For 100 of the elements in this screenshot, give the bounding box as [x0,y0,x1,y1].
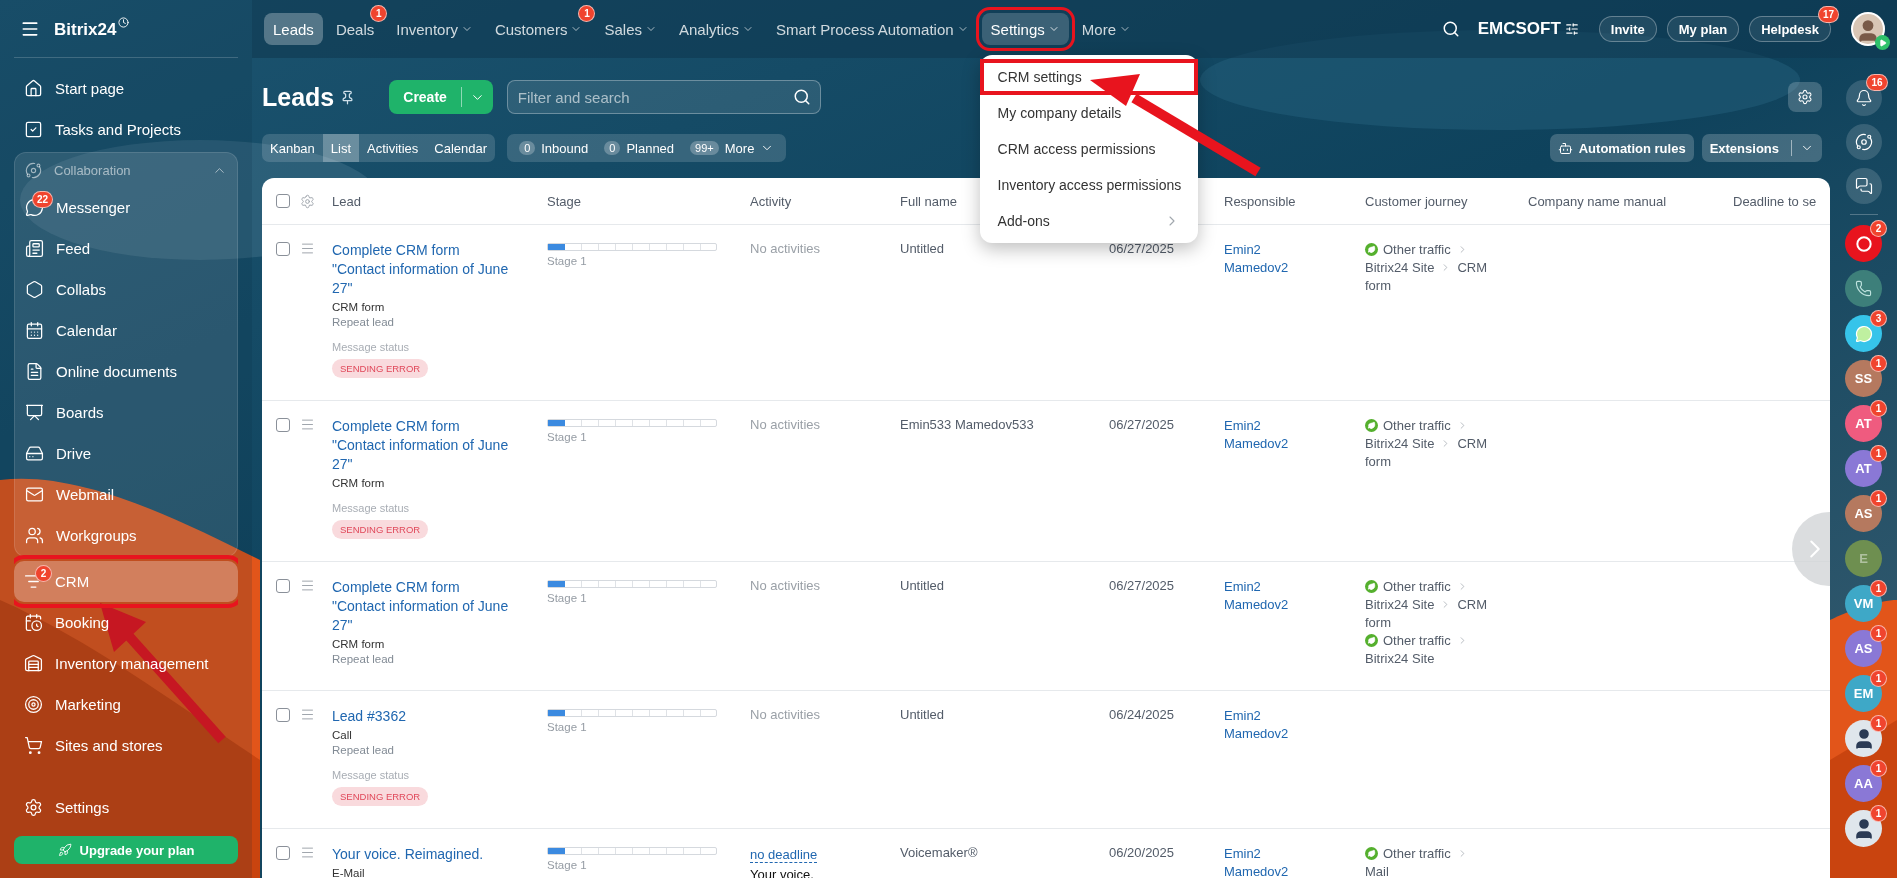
stage-text: Stage 1 [547,431,587,443]
lead-link[interactable]: Complete CRM form "Contact information of June 27" [332,417,514,474]
settings-button[interactable] [1788,82,1822,112]
responsible-link[interactable]: Emin2 Mamedov2 [1224,417,1304,453]
sidebar-item[interactable]: Booking [14,602,238,643]
sidebar-item[interactable]: Boards [15,392,237,433]
view-tab[interactable]: Activities [359,134,427,162]
full-name: Untitled [900,707,945,722]
row-checkbox[interactable] [276,845,290,860]
sidebar-item[interactable]: Workgroups [15,515,237,556]
lead-link[interactable]: Your voice. Reimagined. [332,845,514,864]
deadline-link[interactable]: no deadline [750,847,818,863]
row-checkbox[interactable] [276,417,290,432]
home-icon [24,79,43,98]
pin-icon[interactable] [340,89,356,105]
board-icon [25,403,44,422]
leaf-icon [1365,419,1378,432]
sidebar-item[interactable]: Collabs [15,269,237,310]
activity-text: No activities [750,578,821,593]
notifications-button[interactable] [1845,80,1882,116]
chat-button[interactable] [1845,168,1882,204]
sidebar-item[interactable]: Sites and stores [14,725,238,766]
sidebar-item[interactable]: Feed [15,228,237,269]
sidebar-item[interactable]: Inventory management [14,643,238,684]
column-header[interactable]: Activity [750,193,792,209]
column-header[interactable]: Stage [547,193,581,209]
lead-link[interactable]: Lead #3362 [332,707,514,726]
view-tab[interactable]: List [322,134,360,162]
calendar-icon [25,321,44,340]
full-name: Emin533 Mamedov533 [900,417,1034,432]
journey-path: Other traffic Mail [1365,845,1493,878]
counter-button[interactable]: 0 Planned [596,134,683,162]
responsible-link[interactable]: Emin2 Mamedov2 [1224,578,1304,614]
column-header[interactable]: Deadline to se [1733,193,1817,209]
column-header[interactable]: Company name manual [1528,193,1667,209]
nav-tab[interactable]: Inventory [387,13,482,45]
responsible-link[interactable]: Emin2 Mamedov2 [1224,241,1304,277]
row-checkbox[interactable] [276,578,290,593]
menu-item[interactable]: My company details [979,95,1198,131]
view-tab[interactable]: Calendar [426,134,496,162]
select-all-checkbox[interactable] [276,194,290,208]
responsible-link[interactable]: Emin2 Mamedov2 [1224,845,1304,878]
orbit-button[interactable] [1845,124,1882,160]
sidebar-label: Online documents [56,363,177,380]
menu-item[interactable]: CRM access permissions [979,131,1198,167]
nav-tab[interactable]: Smart Process Automation [767,13,978,45]
nav-tab[interactable]: Leads [264,13,323,45]
settings-item[interactable]: Settings [14,787,238,828]
lead-link[interactable]: Complete CRM form "Contact information of June 27" [332,578,514,635]
column-header[interactable]: Full name [900,193,958,209]
date-text: 06/27/2025 [1109,241,1175,256]
responsible-link[interactable]: Emin2 Mamedov2 [1224,707,1304,743]
search-icon[interactable] [792,88,811,106]
extensions-button[interactable]: Extensions [1701,134,1822,162]
sidebar-item[interactable]: Webmail [15,474,237,515]
ring-icon [1855,235,1872,252]
lead-note: Repeat lead [332,316,395,328]
sidebar-item[interactable]: 22 Messenger [15,187,237,228]
sidebar-item[interactable]: Marketing [14,684,238,725]
drag-handle-icon [300,707,315,722]
nav-tab[interactable]: Sales [595,13,666,45]
sidebar-item[interactable]: Drive [15,433,237,474]
row-checkbox[interactable] [276,241,290,256]
counter-button[interactable]: 0 Inbound [511,134,597,162]
company-name: EMCSOFT [1477,19,1561,39]
header-button[interactable]: My plan [1666,16,1740,42]
view-tab[interactable]: Kanban [262,134,323,162]
nav-tab[interactable]: More [1072,13,1140,45]
sidebar-item[interactable]: Tasks and Projects [14,109,238,150]
column-header[interactable]: Customer journey [1365,193,1468,209]
column-header[interactable]: Lead [332,193,361,209]
automation-button[interactable]: Automation rules [1549,134,1694,162]
nav-tab[interactable]: Analytics [670,13,764,45]
sidebar-item[interactable]: Start page [14,68,238,109]
sidebar-label: Calendar [56,322,117,339]
sidebar-label: Settings [55,799,110,816]
activity-text: No activities [750,417,821,432]
sliders-icon[interactable] [1564,22,1579,36]
bell-icon [1854,89,1873,107]
checkbox-icon [24,120,43,139]
search-icon[interactable] [1441,20,1460,38]
sidebar-item[interactable]: Calendar [15,310,237,351]
counter-button[interactable]: 99+ More [682,134,783,162]
drag-handle-icon [300,845,315,860]
menu-item[interactable]: Inventory access permissions [979,167,1198,203]
status-tag: SENDING ERROR [332,359,429,378]
menu-item[interactable]: Add-ons [979,203,1198,239]
column-header[interactable]: Responsible [1224,193,1296,209]
status-label: Message status [332,502,410,514]
sidebar-label: Start page [55,80,125,97]
row-checkbox[interactable] [276,707,290,722]
menu-item[interactable]: CRM settings [979,59,1198,95]
sidebar-label: Feed [56,240,91,257]
header-button[interactable]: Invite [1598,16,1657,42]
sidebar-item[interactable]: Online documents [15,351,237,392]
leaf-icon [1365,580,1378,593]
stage-text: Stage 1 [547,859,587,871]
group-header[interactable]: Collaboration [15,153,237,187]
lead-link[interactable]: Complete CRM form "Contact information of June 27" [332,241,514,298]
stage-text: Stage 1 [547,592,587,604]
